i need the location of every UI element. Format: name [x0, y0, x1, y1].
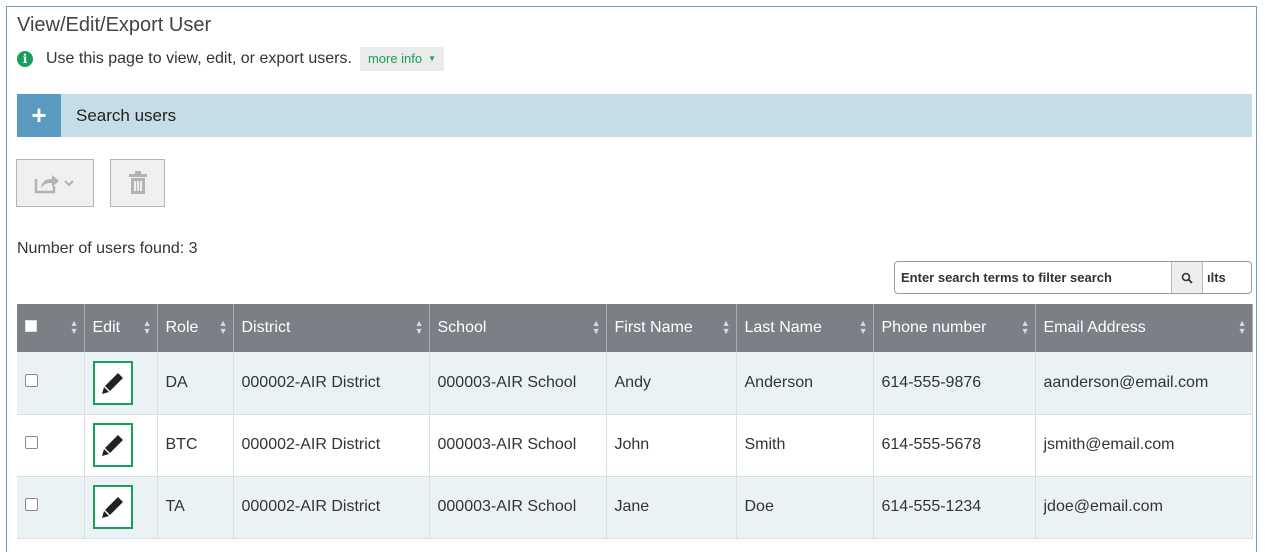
column-header-role[interactable]: Role ▲ ▼ — [157, 304, 234, 352]
search-users-panel[interactable]: + Search users — [17, 94, 1252, 137]
column-header-district[interactable]: District ▲ ▼ — [233, 304, 430, 352]
role-cell: DA — [157, 352, 234, 415]
sort-icon: ▲ ▼ — [1237, 318, 1247, 336]
row-select-cell — [17, 414, 85, 477]
delete-button[interactable] — [110, 159, 165, 207]
role-cell: BTC — [157, 414, 234, 477]
sort-icon: ▲ ▼ — [1020, 318, 1030, 336]
search-users-label: Search users — [76, 105, 177, 125]
sort-icon: ▲ ▼ — [69, 318, 79, 336]
column-header-first-name[interactable]: First Name ▲ ▼ — [606, 304, 737, 352]
email-cell: aanderson@email.com — [1035, 352, 1253, 415]
email-cell: jdoe@email.com — [1035, 476, 1253, 539]
table-row: DA 000002-AIR District 000003-AIR School… — [17, 352, 1253, 415]
row-checkbox[interactable] — [25, 373, 38, 387]
select-all-checkbox[interactable] — [25, 320, 37, 332]
edit-button[interactable] — [92, 485, 133, 529]
table-row: BTC 000002-AIR District 000003-AIR Schoo… — [17, 414, 1253, 477]
edit-button[interactable] — [92, 360, 133, 405]
sort-icon: ▲ ▼ — [858, 318, 868, 336]
info-icon: i — [17, 51, 33, 67]
pencil-icon — [101, 372, 123, 394]
table-header-row: ▲ ▼ Edit ▲ ▼ Role ▲ ▼ District ▲ ▼ School ▲ ▼… — [17, 304, 1253, 352]
last-name-cell: Smith — [736, 414, 874, 477]
school-cell: 000003-AIR School — [429, 352, 607, 415]
phone-cell: 614-555-1234 — [873, 476, 1036, 539]
edit-cell — [84, 352, 158, 415]
trash-icon — [128, 171, 147, 194]
first-name-cell: John — [606, 414, 737, 477]
last-name-cell: Doe — [736, 476, 874, 539]
filter-search-input[interactable] — [895, 269, 1173, 286]
sort-icon: ▲ ▼ — [142, 318, 152, 336]
edit-cell — [84, 476, 158, 539]
school-cell: 000003-AIR School — [429, 414, 607, 477]
edit-button[interactable] — [92, 423, 133, 467]
more-info-button[interactable]: more info ▼ — [359, 47, 445, 71]
users-table: ▲ ▼ Edit ▲ ▼ Role ▲ ▼ District ▲ ▼ School ▲ ▼… — [17, 304, 1253, 539]
email-cell: jsmith@email.com — [1035, 414, 1253, 477]
column-header-email[interactable]: Email Address ▲ ▼ — [1035, 304, 1253, 352]
sort-icon: ▲ ▼ — [721, 318, 731, 336]
phone-cell: 614-555-5678 — [873, 414, 1036, 477]
first-name-cell: Jane — [606, 476, 737, 539]
phone-cell: 614-555-9876 — [873, 352, 1036, 415]
column-header-edit[interactable]: Edit ▲ ▼ — [84, 304, 158, 352]
column-header-phone[interactable]: Phone number ▲ ▼ — [873, 304, 1036, 352]
pencil-icon — [101, 497, 123, 518]
filter-placeholder-tail: ılts — [1207, 270, 1226, 285]
sort-icon: ▲ ▼ — [414, 318, 424, 336]
filter-results-box: ılts — [894, 261, 1252, 294]
info-row: i Use this page to view, edit, or export… — [17, 47, 445, 71]
first-name-cell: Andy — [606, 352, 737, 415]
school-cell: 000003-AIR School — [429, 476, 607, 539]
users-found-count: Number of users found: 3 — [17, 240, 198, 257]
column-header-last-name[interactable]: Last Name ▲ ▼ — [736, 304, 874, 352]
pencil-icon — [101, 435, 123, 456]
row-select-cell — [17, 476, 85, 539]
plus-icon[interactable]: + — [17, 94, 61, 137]
sort-icon: ▲ ▼ — [591, 318, 601, 336]
last-name-cell: Anderson — [736, 352, 874, 415]
district-cell: 000002-AIR District — [233, 352, 430, 415]
caret-down-icon: ▼ — [428, 54, 437, 63]
row-checkbox[interactable] — [25, 498, 38, 511]
export-button[interactable] — [16, 159, 94, 207]
district-cell: 000002-AIR District — [233, 414, 430, 477]
more-info-label: more info — [367, 51, 423, 66]
info-text: Use this page to view, edit, or export u… — [46, 50, 352, 67]
export-icon — [34, 175, 74, 194]
column-header-school[interactable]: School ▲ ▼ — [429, 304, 607, 352]
sort-icon: ▲ ▼ — [218, 318, 228, 336]
magnifier-icon — [1181, 272, 1193, 284]
row-checkbox[interactable] — [25, 436, 38, 449]
page-title: View/Edit/Export User — [17, 14, 212, 36]
district-cell: 000002-AIR District — [233, 476, 430, 539]
table-row: TA 000002-AIR District 000003-AIR School… — [17, 476, 1253, 539]
select-all-header[interactable]: ▲ ▼ — [17, 304, 85, 352]
role-cell: TA — [157, 476, 234, 539]
edit-cell — [84, 414, 158, 477]
row-select-cell — [17, 352, 85, 415]
filter-search-button[interactable] — [1171, 262, 1203, 293]
